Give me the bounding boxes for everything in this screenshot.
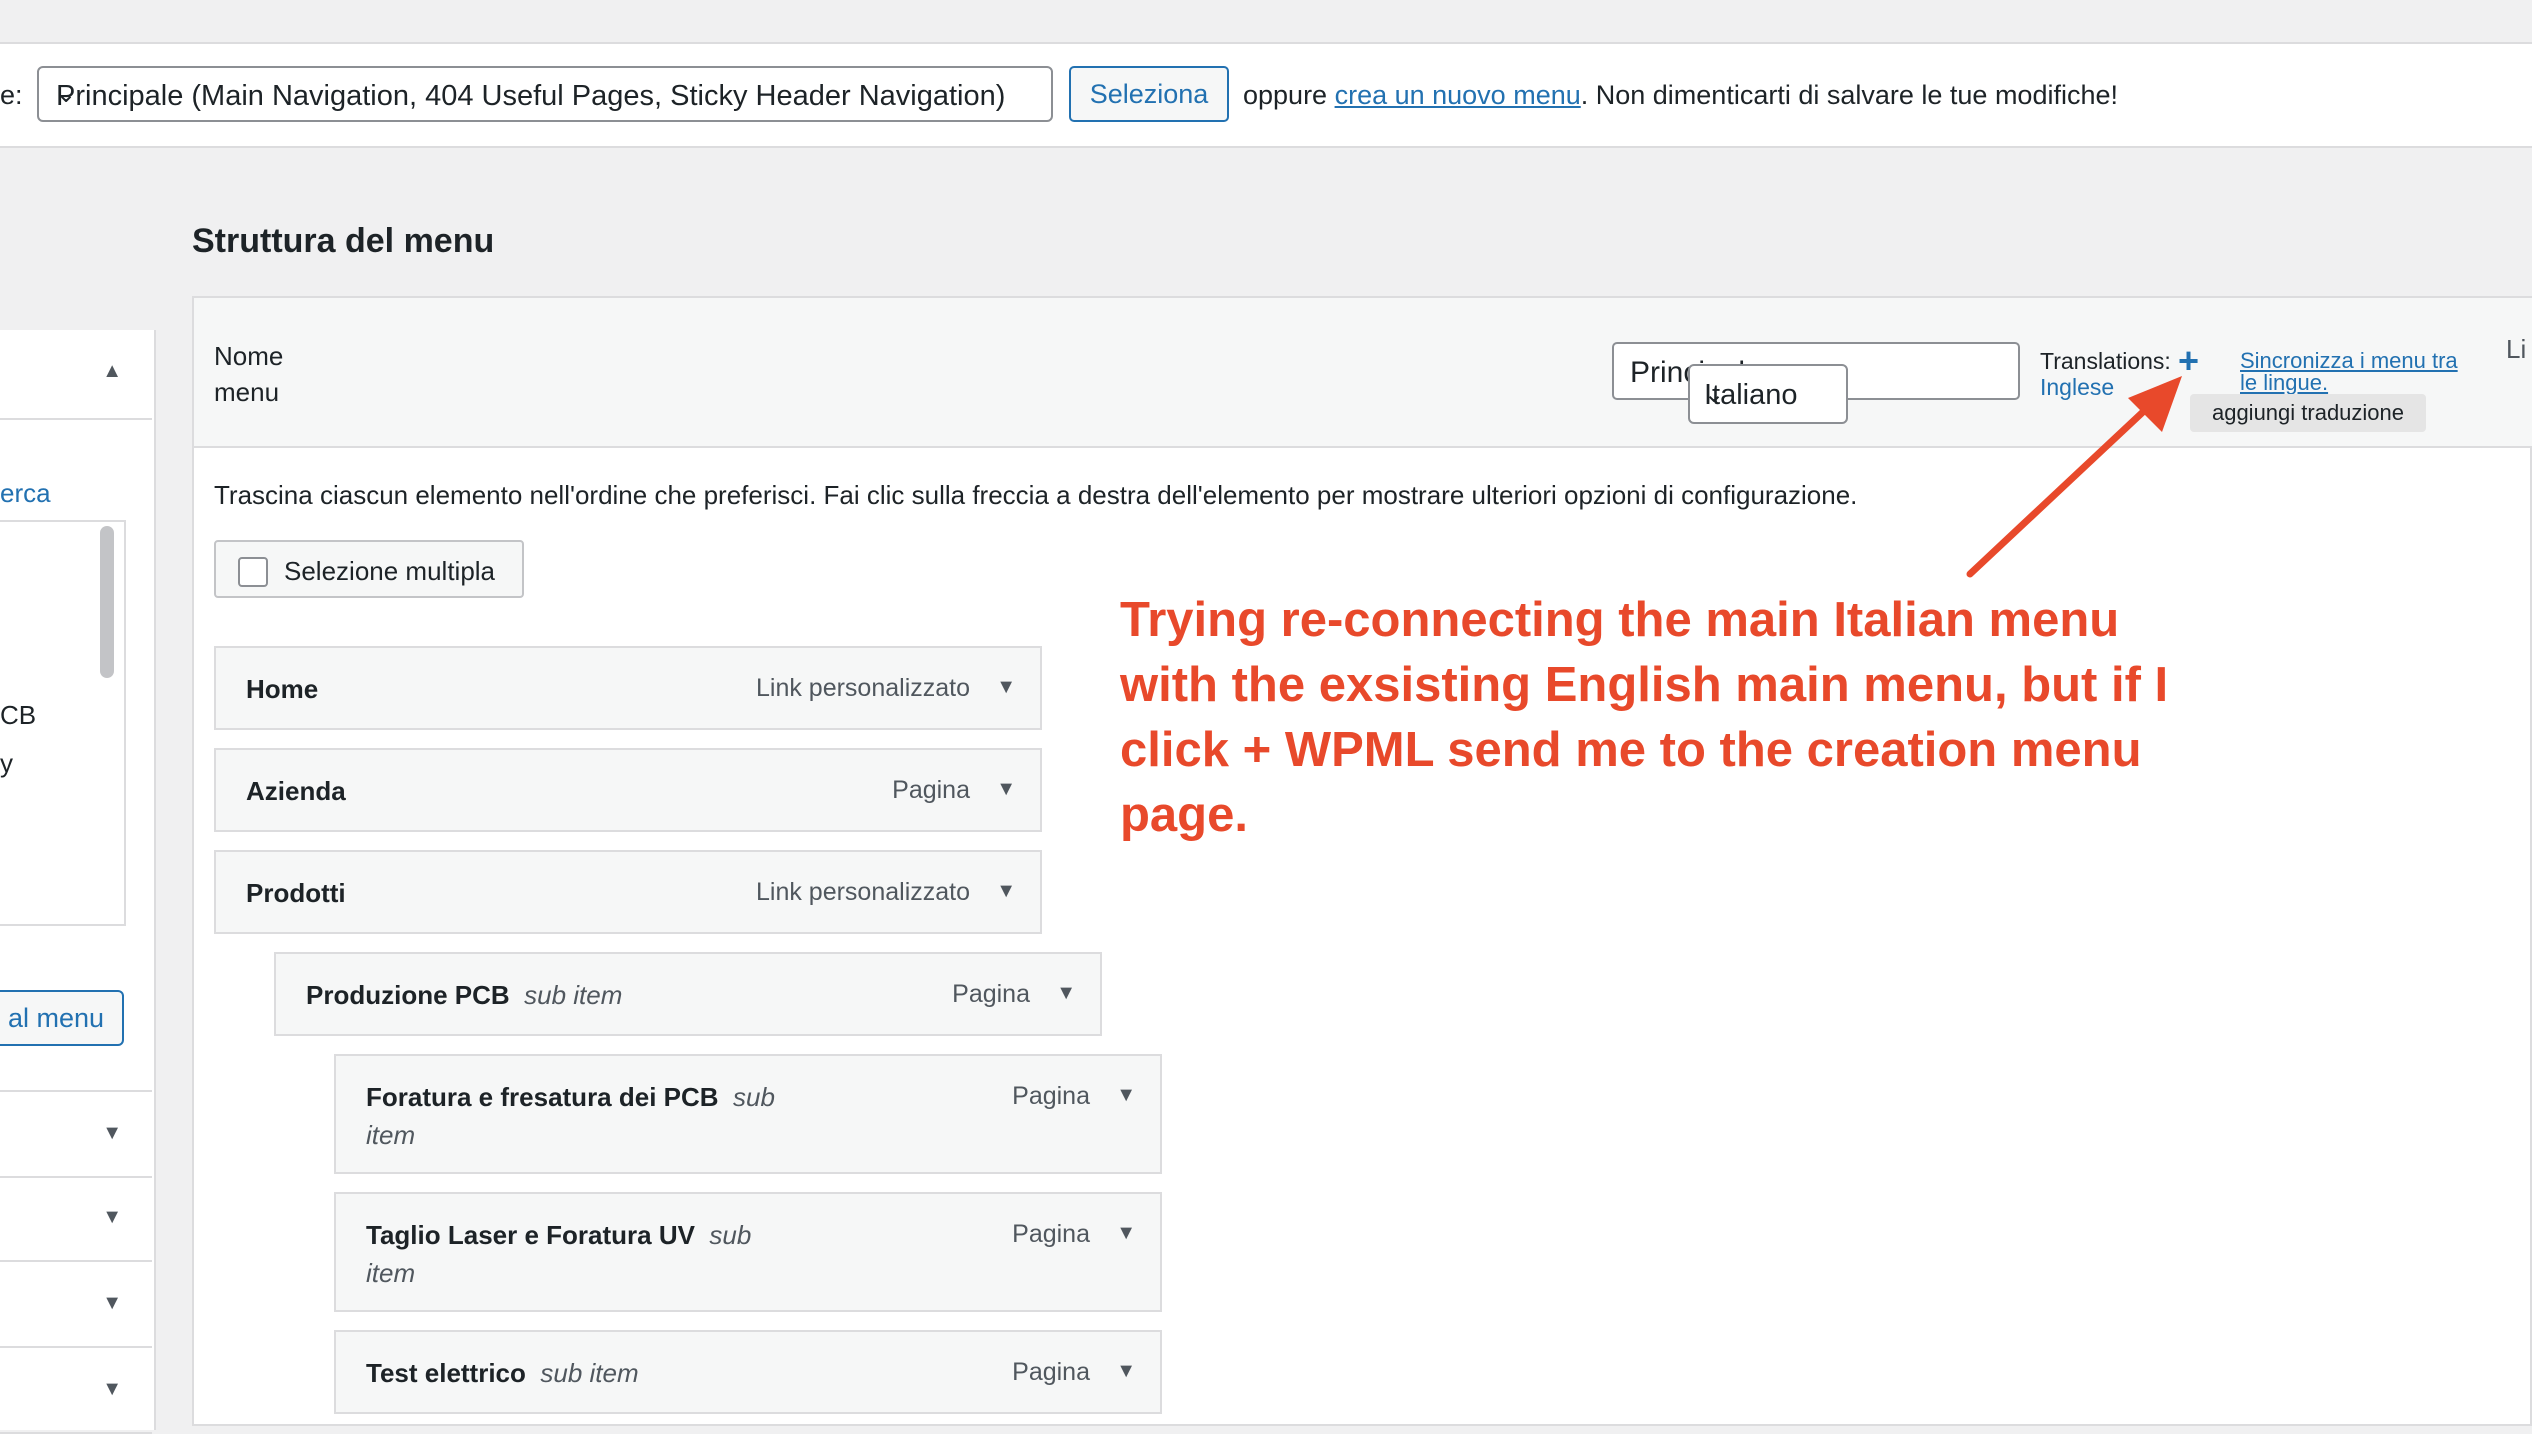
annotation-text: Trying re-connecting the main Italian me… xyxy=(1120,593,2169,842)
